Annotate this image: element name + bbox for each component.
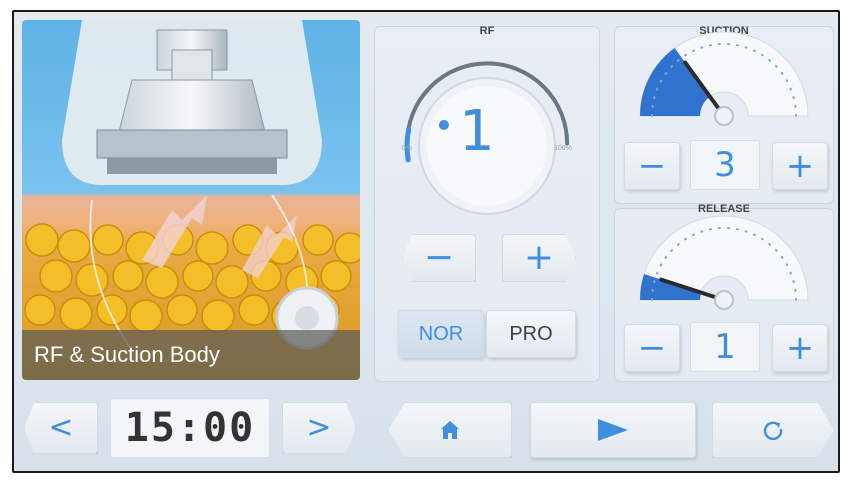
suction-value: 3	[690, 140, 760, 190]
treatment-timer: 15:00	[110, 398, 270, 458]
release-increase-button[interactable]: +	[772, 324, 828, 372]
timer-increase-button[interactable]: >	[282, 402, 356, 454]
reset-icon	[763, 421, 783, 441]
play-icon	[598, 419, 628, 441]
release-title: RELEASE	[698, 203, 750, 215]
minus-icon: −	[637, 146, 667, 186]
treatment-illustration: RF & Suction Body	[22, 20, 360, 380]
rf-increase-button[interactable]: +	[502, 234, 576, 282]
minus-icon: −	[423, 237, 455, 278]
suction-title: SUCTION	[699, 25, 749, 37]
mode-pro-button[interactable]: PRO	[486, 310, 576, 358]
plus-icon: +	[785, 328, 815, 368]
rf-title: RF	[479, 25, 495, 37]
rf-value: 1	[459, 99, 495, 164]
home-icon	[441, 421, 459, 439]
release-value: 1	[690, 322, 760, 372]
timer-decrease-button[interactable]: <	[24, 402, 98, 454]
device-bezel: RF & Suction Body RF 1 0% 100% − + NOR P	[0, 0, 850, 483]
chevron-right-icon: >	[306, 410, 332, 445]
mode-nor-label: NOR	[418, 322, 464, 345]
plus-icon: +	[785, 146, 815, 186]
handpiece-illustration	[24, 20, 360, 351]
rf-scale-max: 100%	[554, 145, 572, 152]
touch-screen: RF & Suction Body RF 1 0% 100% − + NOR P	[12, 10, 840, 473]
rf-decrease-button[interactable]: −	[402, 234, 476, 282]
start-button[interactable]	[530, 402, 696, 458]
mode-pro-label: PRO	[509, 322, 553, 345]
reset-button[interactable]	[712, 402, 834, 458]
suction-decrease-button[interactable]: −	[624, 142, 680, 190]
rf-scale-min: 0%	[402, 145, 413, 152]
mode-nor-button[interactable]: NOR	[398, 310, 484, 358]
minus-icon: −	[637, 328, 667, 368]
plus-icon: +	[523, 237, 555, 278]
chevron-left-icon: <	[48, 410, 74, 445]
home-button[interactable]	[388, 402, 512, 458]
treatment-caption: RF & Suction Body	[22, 330, 360, 380]
suction-increase-button[interactable]: +	[772, 142, 828, 190]
release-decrease-button[interactable]: −	[624, 324, 680, 372]
